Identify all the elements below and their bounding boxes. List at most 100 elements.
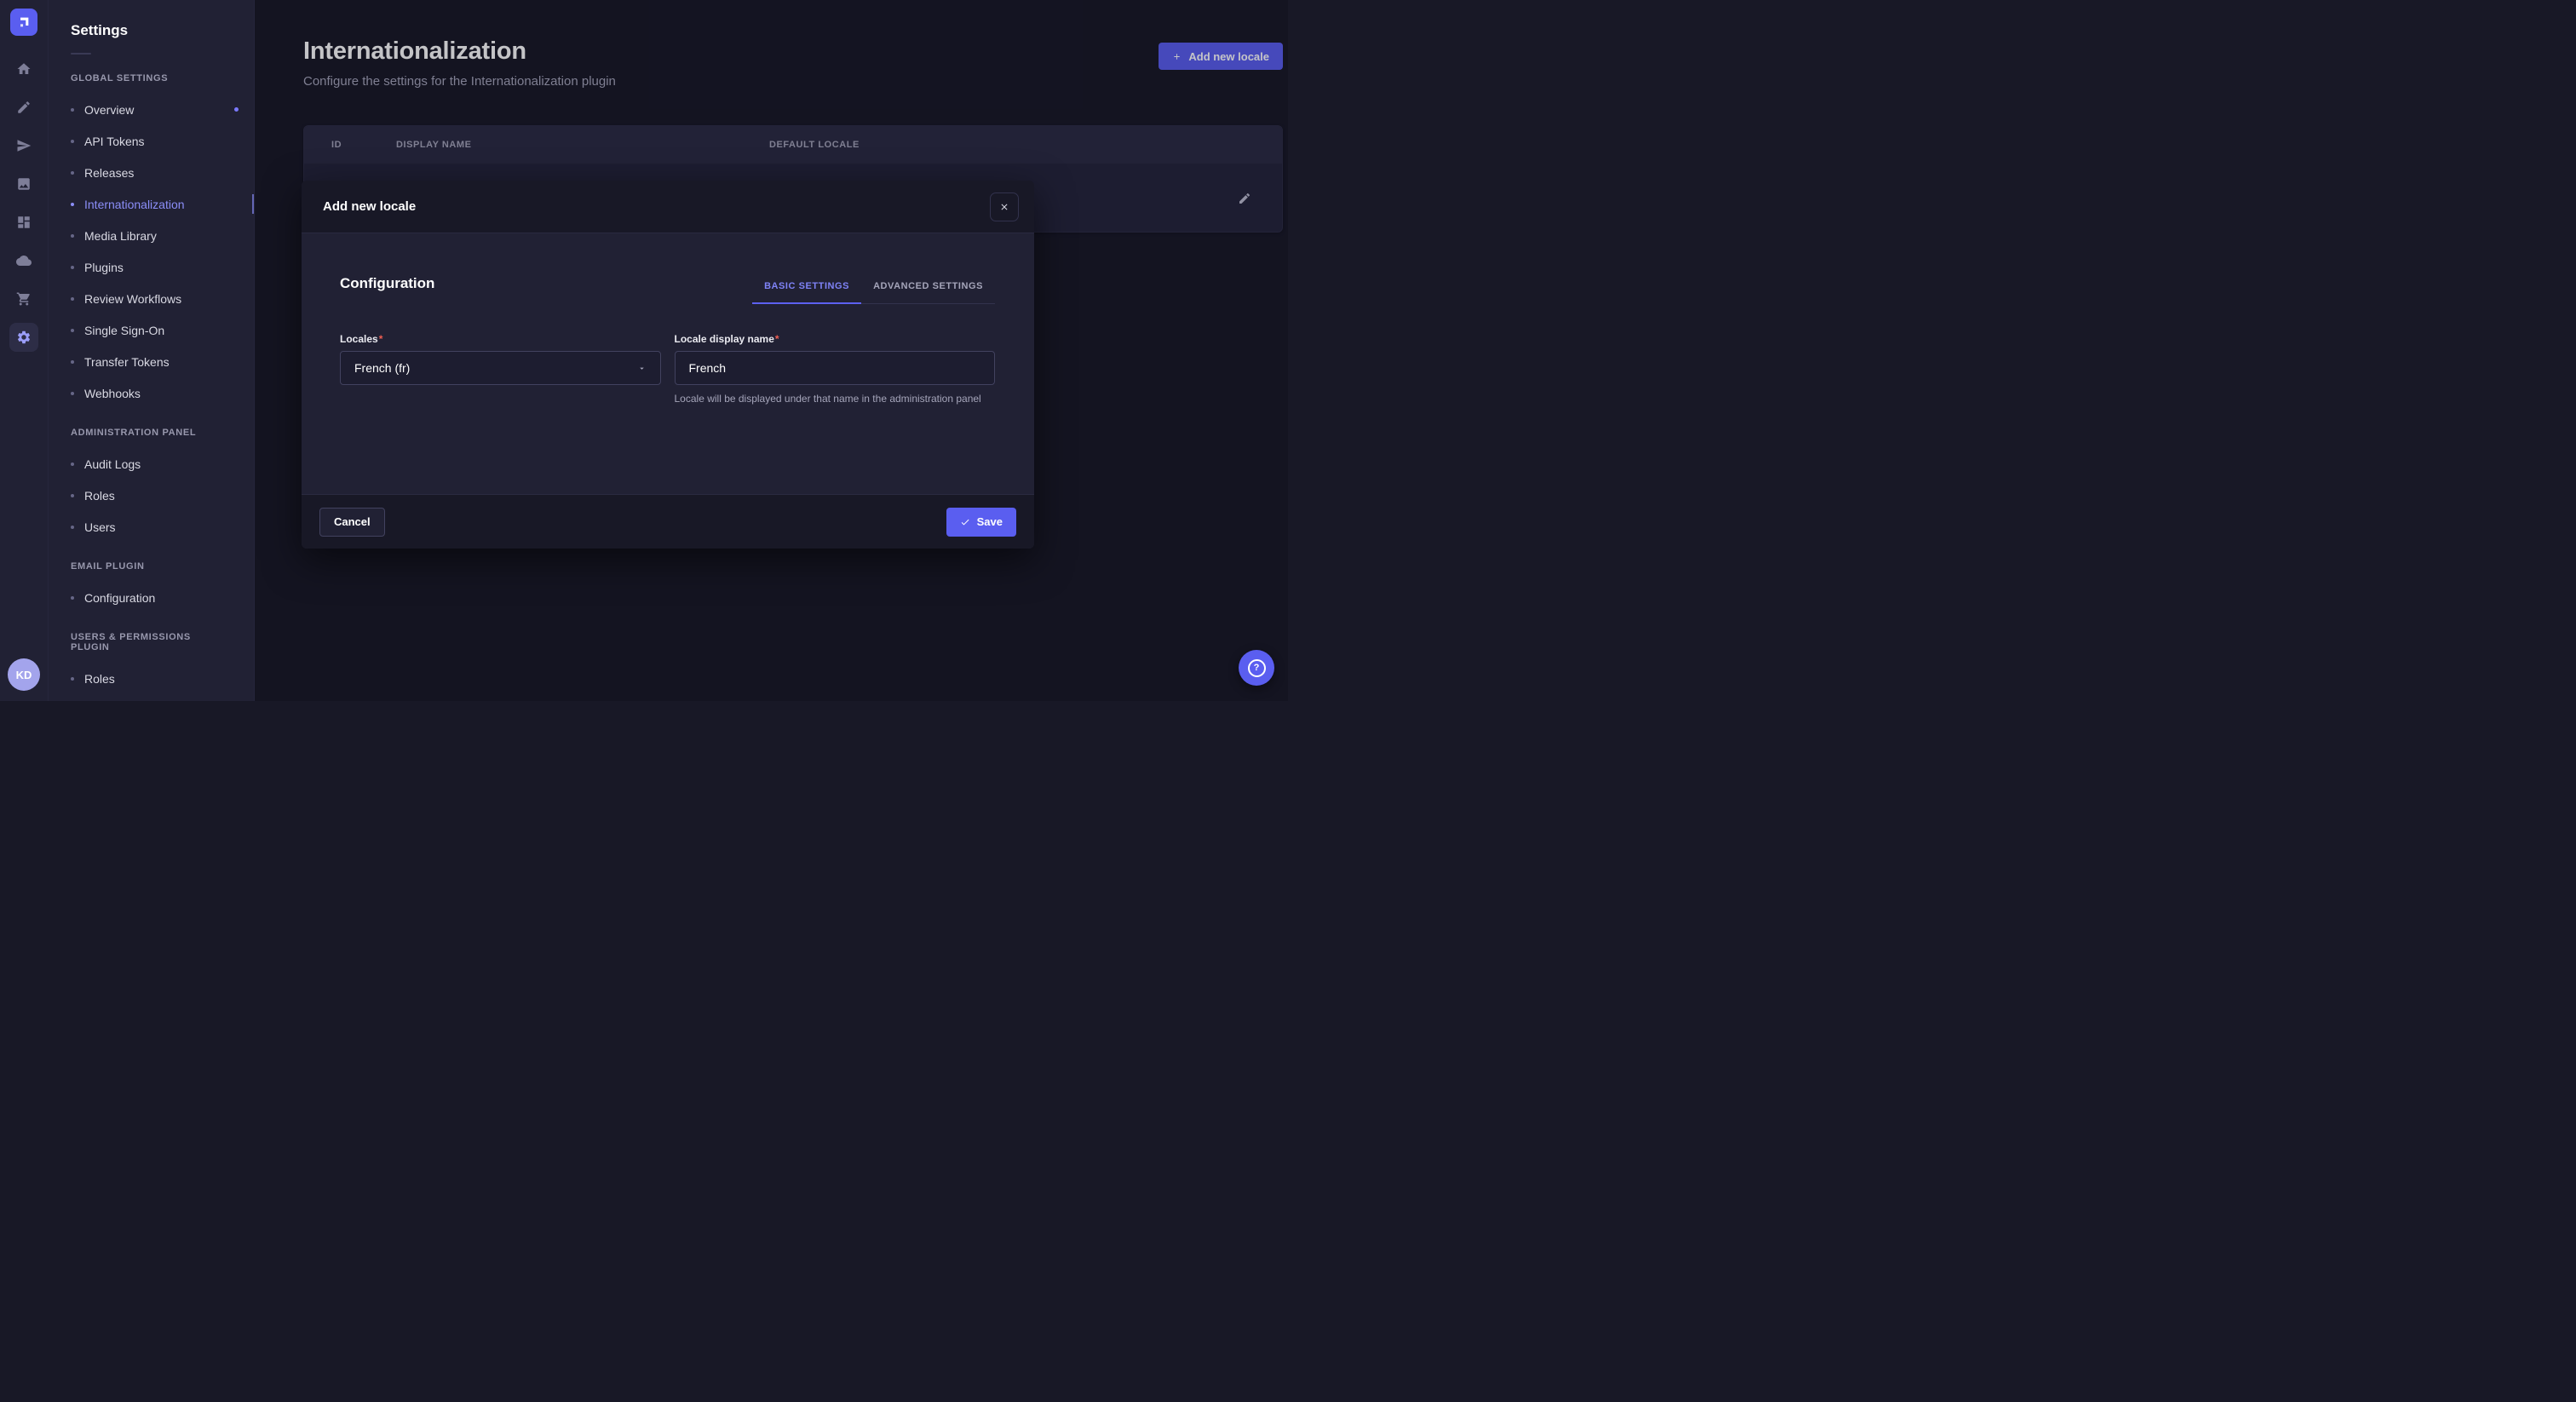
- bullet-icon: [71, 463, 74, 466]
- sidebar-item-email-configuration[interactable]: Configuration: [49, 582, 254, 613]
- sidebar-item-plugins[interactable]: Plugins: [49, 251, 254, 283]
- sidebar-item-label: Internationalization: [84, 198, 185, 211]
- sidebar-item-transfer-tokens[interactable]: Transfer Tokens: [49, 346, 254, 377]
- sidebar-item-single-sign-on[interactable]: Single Sign-On: [49, 314, 254, 346]
- cloud-icon: [16, 253, 32, 268]
- configuration-row: Configuration BASIC SETTINGS ADVANCED SE…: [340, 273, 995, 304]
- shopping-cart-icon: [16, 291, 32, 307]
- sidebar-item-label: Transfer Tokens: [84, 355, 170, 369]
- notification-dot: [234, 107, 239, 112]
- tab-basic-settings[interactable]: BASIC SETTINGS: [752, 273, 861, 303]
- locales-field: Locales* French (fr): [340, 333, 661, 406]
- locales-label: Locales*: [340, 333, 661, 345]
- required-asterisk: *: [775, 333, 779, 345]
- display-name-field: Locale display name* Locale will be disp…: [675, 333, 996, 406]
- bullet-icon: [71, 596, 74, 600]
- display-name-input[interactable]: [675, 351, 996, 385]
- sidebar-item-up-providers[interactable]: Providers: [49, 694, 254, 701]
- sidebar-item-label: Roles: [84, 489, 115, 503]
- sidebar-item-label: Releases: [84, 166, 134, 180]
- rail-item-settings[interactable]: [9, 323, 38, 352]
- bullet-icon: [71, 360, 74, 364]
- question-mark-icon: ?: [1248, 659, 1266, 677]
- sidebar-item-label: Media Library: [84, 229, 157, 243]
- rail-item-home[interactable]: [9, 55, 38, 83]
- section-label-global-settings: GLOBAL SETTINGS: [71, 73, 232, 83]
- add-locale-modal: Add new locale Configuration BASIC SETTI…: [302, 181, 1034, 549]
- tab-advanced-settings[interactable]: ADVANCED SETTINGS: [861, 273, 995, 303]
- chevron-down-icon: [637, 364, 647, 373]
- icon-rail: KD: [0, 0, 49, 701]
- display-name-label: Locale display name*: [675, 333, 996, 345]
- strapi-logo[interactable]: [10, 9, 37, 36]
- sidebar-item-label: Single Sign-On: [84, 324, 164, 337]
- locales-select-value: French (fr): [354, 361, 410, 375]
- settings-sidebar: Settings GLOBAL SETTINGS Overview API To…: [49, 0, 255, 701]
- bullet-icon: [71, 329, 74, 332]
- bullet-icon: [71, 494, 74, 497]
- sidebar-item-review-workflows[interactable]: Review Workflows: [49, 283, 254, 314]
- modal-close-button[interactable]: [990, 192, 1019, 221]
- rail-item-content-type-builder[interactable]: [9, 208, 38, 237]
- sidebar-item-label: Plugins: [84, 261, 124, 274]
- sidebar-item-admin-roles[interactable]: Roles: [49, 480, 254, 511]
- grid-layout-icon: [16, 215, 32, 230]
- configuration-title: Configuration: [340, 275, 434, 304]
- required-asterisk: *: [379, 333, 383, 345]
- section-label-administration-panel: ADMINISTRATION PANEL: [71, 428, 232, 438]
- rail-item-marketplace[interactable]: [9, 284, 38, 313]
- bullet-icon: [71, 266, 74, 269]
- active-indicator: [252, 194, 254, 214]
- strapi-logo-icon: [17, 15, 31, 29]
- sidebar-item-media-library[interactable]: Media Library: [49, 220, 254, 251]
- sidebar-item-overview[interactable]: Overview: [49, 94, 254, 125]
- modal-footer: Cancel Save: [302, 494, 1034, 549]
- locales-select[interactable]: French (fr): [340, 351, 661, 385]
- sidebar-item-label: Review Workflows: [84, 292, 181, 306]
- sidebar-item-audit-logs[interactable]: Audit Logs: [49, 448, 254, 480]
- sidebar-item-label: Webhooks: [84, 387, 141, 400]
- active-tab-underline: [752, 302, 861, 304]
- bullet-icon: [71, 392, 74, 395]
- gear-icon: [16, 330, 32, 345]
- sidebar-title: Settings: [71, 22, 254, 39]
- tab-advanced-settings-label: ADVANCED SETTINGS: [873, 281, 983, 291]
- save-button[interactable]: Save: [946, 508, 1016, 537]
- user-avatar[interactable]: KD: [8, 658, 40, 691]
- avatar-initials: KD: [16, 669, 32, 681]
- sidebar-title-divider: [71, 53, 91, 55]
- images-icon: [16, 176, 32, 192]
- rail-item-content-manager[interactable]: [9, 93, 38, 122]
- pen-icon: [16, 100, 32, 115]
- sidebar-item-internationalization[interactable]: Internationalization: [49, 188, 254, 220]
- sidebar-item-up-roles[interactable]: Roles: [49, 663, 254, 694]
- sidebar-item-label: Roles: [84, 672, 115, 686]
- sidebar-item-label: Users: [84, 520, 116, 534]
- sidebar-item-admin-users[interactable]: Users: [49, 511, 254, 543]
- sidebar-item-label: Configuration: [84, 591, 155, 605]
- section-label-users-permissions-plugin: USERS & PERMISSIONS PLUGIN: [71, 632, 232, 652]
- check-icon: [960, 517, 970, 527]
- bullet-icon: [71, 677, 74, 681]
- rail-item-releases[interactable]: [9, 131, 38, 160]
- sidebar-item-label: API Tokens: [84, 135, 145, 148]
- display-name-hint: Locale will be displayed under that name…: [675, 392, 996, 406]
- bullet-icon: [71, 171, 74, 175]
- paper-plane-icon: [16, 138, 32, 153]
- modal-body: Configuration BASIC SETTINGS ADVANCED SE…: [302, 233, 1034, 494]
- locale-form: Locales* French (fr) Locale display name…: [340, 333, 995, 406]
- locales-label-text: Locales: [340, 333, 378, 345]
- cancel-button[interactable]: Cancel: [319, 508, 385, 537]
- bullet-icon: [71, 140, 74, 143]
- help-button[interactable]: ?: [1239, 650, 1274, 686]
- sidebar-item-api-tokens[interactable]: API Tokens: [49, 125, 254, 157]
- sidebar-item-webhooks[interactable]: Webhooks: [49, 377, 254, 409]
- home-icon: [16, 61, 32, 77]
- sidebar-item-releases[interactable]: Releases: [49, 157, 254, 188]
- sidebar-item-label: Audit Logs: [84, 457, 141, 471]
- section-label-email-plugin: EMAIL PLUGIN: [71, 561, 232, 572]
- rail-item-media-library[interactable]: [9, 170, 38, 198]
- bullet-icon: [71, 203, 74, 206]
- rail-item-deploy[interactable]: [9, 246, 38, 275]
- bullet-icon: [71, 108, 74, 112]
